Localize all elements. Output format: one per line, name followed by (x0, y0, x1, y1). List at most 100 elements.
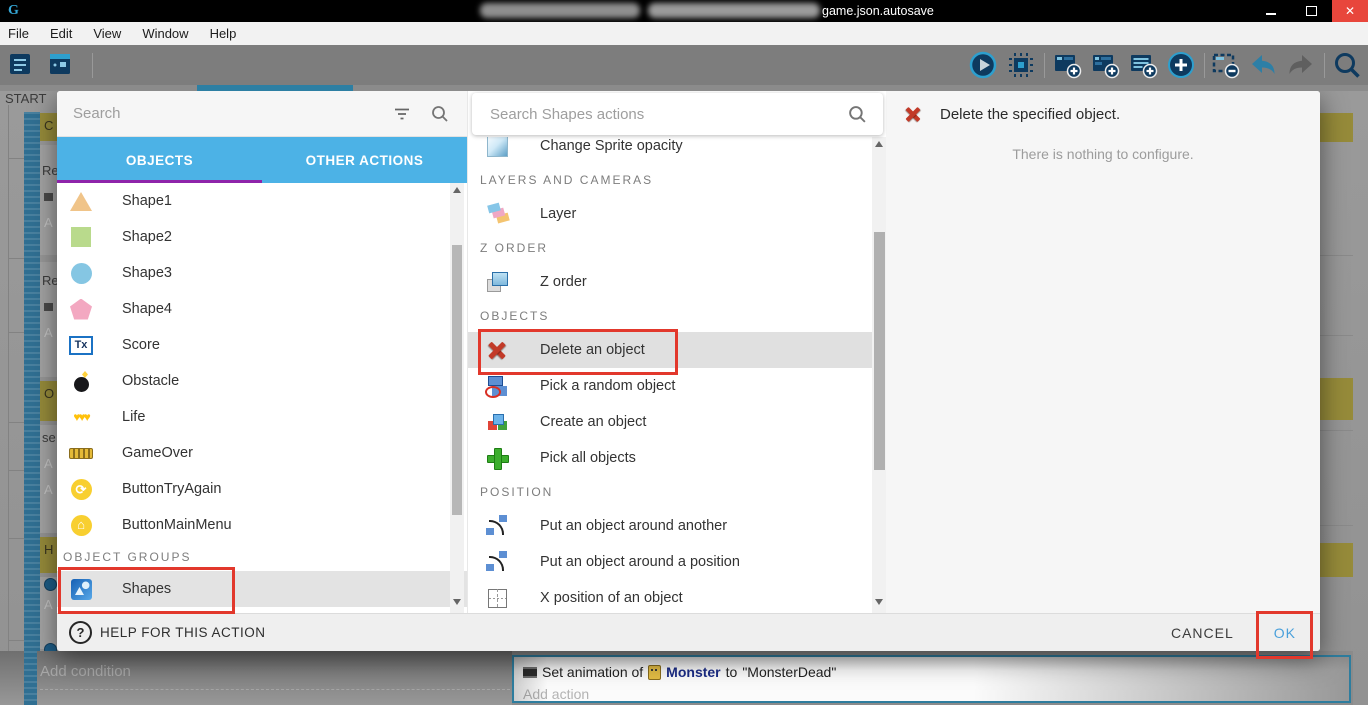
action-section-header: POSITION (468, 476, 887, 508)
tab-objects[interactable]: OBJECTS (57, 137, 262, 183)
object-list-scrollbar[interactable] (450, 183, 464, 613)
window-title: game.json.autosave (822, 4, 934, 18)
selected-event-block[interactable]: Set animation of Monster to "MonsterDead… (512, 655, 1351, 703)
close-button[interactable] (1332, 0, 1368, 22)
add-event-icon[interactable] (1052, 50, 1082, 80)
debug-icon[interactable] (1006, 50, 1036, 80)
pick-all-icon (484, 445, 510, 471)
add-circle-icon[interactable] (1166, 50, 1196, 80)
cancel-button[interactable]: CANCEL (1171, 625, 1234, 641)
minimize-button[interactable] (1252, 0, 1290, 22)
object-row-shape2[interactable]: Shape2 (57, 219, 467, 255)
search-icon[interactable] (848, 105, 867, 124)
hearts-icon (68, 404, 94, 430)
toolbar-separator (1044, 53, 1045, 78)
menu-file[interactable]: File (8, 26, 29, 41)
add-comment-icon[interactable] (1128, 50, 1158, 80)
object-row-score[interactable]: Score (57, 327, 467, 363)
undo-icon[interactable] (1248, 50, 1278, 80)
group-row-shapes-label: Shapes (122, 581, 171, 597)
help-icon (69, 621, 92, 644)
action-search-input[interactable] (488, 105, 836, 124)
help-for-this-action[interactable]: HELP FOR THIS ACTION (69, 621, 266, 644)
object-search-row (57, 91, 467, 137)
action-row-pick-all-objects[interactable]: Pick all objects (468, 440, 887, 476)
comment-event-fragment (1320, 378, 1353, 420)
object-row-shape4-label: Shape4 (122, 301, 172, 317)
events-ruler-line (8, 105, 9, 671)
redo-icon[interactable] (1286, 50, 1316, 80)
add-action-link[interactable]: Add action (523, 686, 589, 702)
menu-help[interactable]: Help (210, 26, 237, 41)
add-subevent-icon[interactable] (1090, 50, 1120, 80)
scroll-up-icon[interactable] (875, 141, 883, 147)
events-tick (8, 538, 24, 539)
play-icon[interactable] (968, 50, 998, 80)
object-row-gameover[interactable]: GameOver (57, 435, 467, 471)
menu-view[interactable]: View (93, 26, 121, 41)
active-tab-indicator (197, 85, 353, 91)
blurred-title-segment (648, 3, 820, 18)
project-manager-icon[interactable] (6, 50, 36, 80)
action-row-z-order[interactable]: Z order (468, 264, 887, 300)
toolbar-separator (1204, 53, 1205, 78)
animation-icon (523, 667, 537, 678)
event-indent-bar (24, 112, 40, 655)
action-row-put-an-object-around-another[interactable]: Put an object around another (468, 508, 887, 544)
scrollbar-thumb[interactable] (874, 232, 885, 470)
bg-text-fragment: A (44, 325, 53, 340)
put-around-icon (484, 513, 510, 539)
scroll-down-icon[interactable] (875, 599, 883, 605)
object-row-obstacle[interactable]: Obstacle (57, 363, 467, 399)
object-row-buttontryagain[interactable]: ButtonTryAgain (57, 471, 467, 507)
refresh-button-icon (68, 476, 94, 502)
z-order-icon (484, 269, 510, 295)
triangle-icon (68, 188, 94, 214)
search-toolbar-icon[interactable] (1332, 50, 1362, 80)
maximize-button[interactable] (1292, 0, 1330, 22)
dialog-footer: HELP FOR THIS ACTION CANCEL OK (57, 613, 1320, 651)
tab-other-actions[interactable]: OTHER ACTIONS (262, 137, 467, 183)
toolbar (0, 45, 1368, 85)
scene-editor-icon[interactable] (46, 50, 76, 80)
menu-edit[interactable]: Edit (50, 26, 72, 41)
scrollbar-thumb[interactable] (452, 245, 462, 515)
filter-icon[interactable] (393, 107, 411, 121)
add-condition-link[interactable]: Add condition (40, 663, 131, 680)
title-bar: G game.json.autosave (0, 0, 1368, 22)
action-row-put-an-object-around-a-position[interactable]: Put an object around a position (468, 544, 887, 580)
events-tick (8, 158, 24, 159)
monster-object-icon (648, 665, 661, 680)
scene-tab-start[interactable]: START (5, 91, 46, 106)
object-row-shape4[interactable]: Shape4 (57, 291, 467, 327)
event-object-name: Monster (666, 664, 720, 680)
scroll-up-icon[interactable] (453, 187, 461, 193)
action-section-header: Z ORDER (468, 232, 887, 264)
object-row-life[interactable]: Life (57, 399, 467, 435)
event-action-line[interactable]: Set animation of Monster to "MonsterDead… (523, 664, 836, 680)
menu-window[interactable]: Window (142, 26, 188, 41)
group-row-shapes[interactable]: Shapes (57, 571, 467, 607)
help-label: HELP FOR THIS ACTION (100, 625, 266, 640)
action-row-create-an-object[interactable]: Create an object (468, 404, 887, 440)
action-row-layer[interactable]: Layer (468, 196, 887, 232)
action-section-header: OBJECTS (468, 300, 887, 332)
object-search-input[interactable] (71, 104, 373, 123)
object-row-buttontryagain-label: ButtonTryAgain (122, 481, 221, 497)
action-row-change-sprite-opacity[interactable]: Change Sprite opacity (468, 137, 887, 164)
home-button-icon (68, 512, 94, 538)
remove-event-icon[interactable] (1210, 50, 1240, 80)
background-event-area: Add condition (0, 651, 512, 705)
search-icon[interactable] (431, 105, 449, 123)
action-row-delete-an-object[interactable]: Delete an object (468, 332, 887, 368)
object-row-shape3[interactable]: Shape3 (57, 255, 467, 291)
object-row-shape1[interactable]: Shape1 (57, 183, 467, 219)
ok-button[interactable]: OK (1274, 625, 1296, 641)
action-row-x-position-of-an-object[interactable]: X position of an object (468, 580, 887, 613)
scroll-down-icon[interactable] (453, 599, 461, 605)
object-row-buttonmainmenu[interactable]: ButtonMainMenu (57, 507, 467, 543)
action-list-scrollbar[interactable] (872, 137, 886, 613)
nothing-to-configure-text: There is nothing to configure. (886, 146, 1320, 162)
action-row-pick-a-random-object[interactable]: Pick a random object (468, 368, 887, 404)
bg-text-fragment: A (44, 215, 53, 230)
